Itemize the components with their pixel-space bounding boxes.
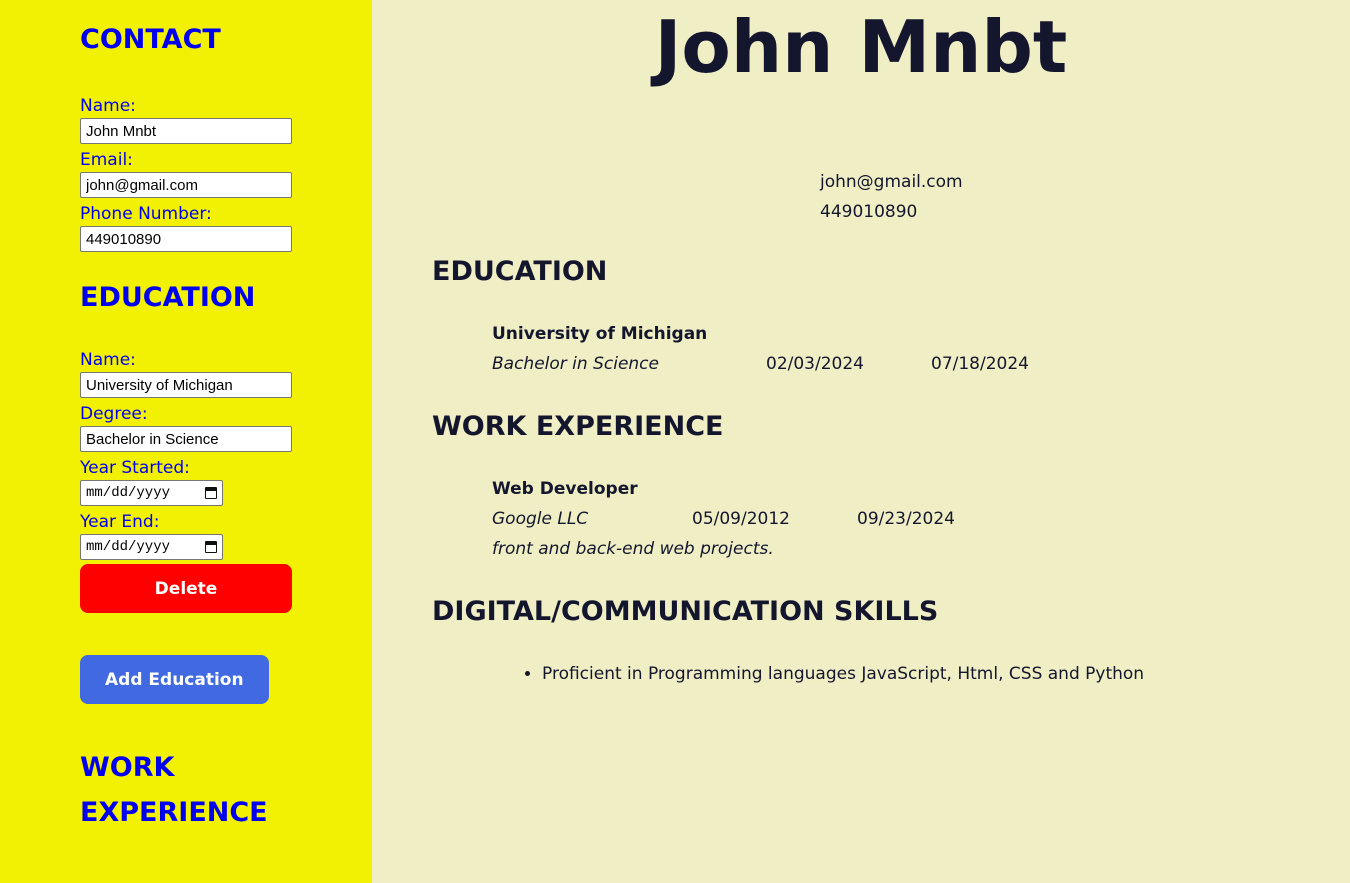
work-company: Google LLC	[492, 509, 589, 529]
resume-contact: john@gmail.com 449010890	[820, 167, 963, 227]
year-end-label: Year End:	[80, 512, 160, 532]
contact-name-input[interactable]	[80, 118, 292, 144]
education-degree-input[interactable]	[80, 426, 292, 452]
year-started-label: Year Started:	[80, 458, 190, 478]
year-end-date-input[interactable]: mm/dd/yyyy	[80, 534, 223, 560]
delete-education-button[interactable]: Delete	[80, 564, 292, 613]
work-section-title: WORK EXPERIENCE	[80, 745, 372, 835]
education-degree-label: Degree:	[80, 404, 148, 424]
education-name-label: Name:	[80, 350, 136, 370]
resume-work-entry: Web Developer Google LLC 05/09/2012 09/2…	[492, 474, 955, 564]
contact-section-title: CONTACT	[80, 24, 221, 55]
work-end-date: 09/23/2024	[857, 509, 955, 529]
editor-sidebar: CONTACT Name: Email: Phone Number: EDUCA…	[0, 0, 372, 883]
resume-work-heading: WORK EXPERIENCE	[432, 411, 724, 442]
resume-phone: 449010890	[820, 202, 918, 222]
work-title-line2: EXPERIENCE	[80, 797, 268, 828]
education-section-title: EDUCATION	[80, 282, 256, 313]
work-title-line1: WORK	[80, 752, 175, 783]
skills-list: Proficient in Programming languages Java…	[522, 659, 1144, 689]
education-school: University of Michigan	[492, 324, 708, 344]
resume-email: john@gmail.com	[820, 172, 963, 192]
app-root: CONTACT Name: Email: Phone Number: EDUCA…	[0, 0, 1350, 883]
education-name-input[interactable]	[80, 372, 292, 398]
year-started-date-input[interactable]: mm/dd/yyyy	[80, 480, 223, 506]
work-title: Web Developer	[492, 479, 638, 499]
year-started-placeholder: mm/dd/yyyy	[86, 485, 171, 501]
contact-name-label: Name:	[80, 96, 136, 116]
year-end-placeholder: mm/dd/yyyy	[86, 539, 171, 555]
resume-skills-heading: DIGITAL/COMMUNICATION SKILLS	[432, 596, 939, 627]
contact-email-input[interactable]	[80, 172, 292, 198]
skill-item: Proficient in Programming languages Java…	[542, 659, 1144, 689]
resume-preview: John Mnbt john@gmail.com 449010890 EDUCA…	[372, 0, 1350, 883]
education-start-date: 02/03/2024	[766, 354, 864, 374]
education-degree: Bachelor in Science	[492, 354, 659, 374]
contact-email-label: Email:	[80, 150, 133, 170]
resume-education-entry: University of Michigan Bachelor in Scien…	[492, 319, 1029, 379]
calendar-icon[interactable]	[205, 487, 217, 499]
contact-phone-input[interactable]	[80, 226, 292, 252]
add-education-button[interactable]: Add Education	[80, 655, 269, 704]
work-description: front and back-end web projects.	[492, 539, 774, 559]
resume-name: John Mnbt	[654, 5, 1068, 89]
work-start-date: 05/09/2012	[692, 509, 790, 529]
resume-education-heading: EDUCATION	[432, 256, 608, 287]
contact-phone-label: Phone Number:	[80, 204, 212, 224]
calendar-icon[interactable]	[205, 541, 217, 553]
education-end-date: 07/18/2024	[931, 354, 1029, 374]
